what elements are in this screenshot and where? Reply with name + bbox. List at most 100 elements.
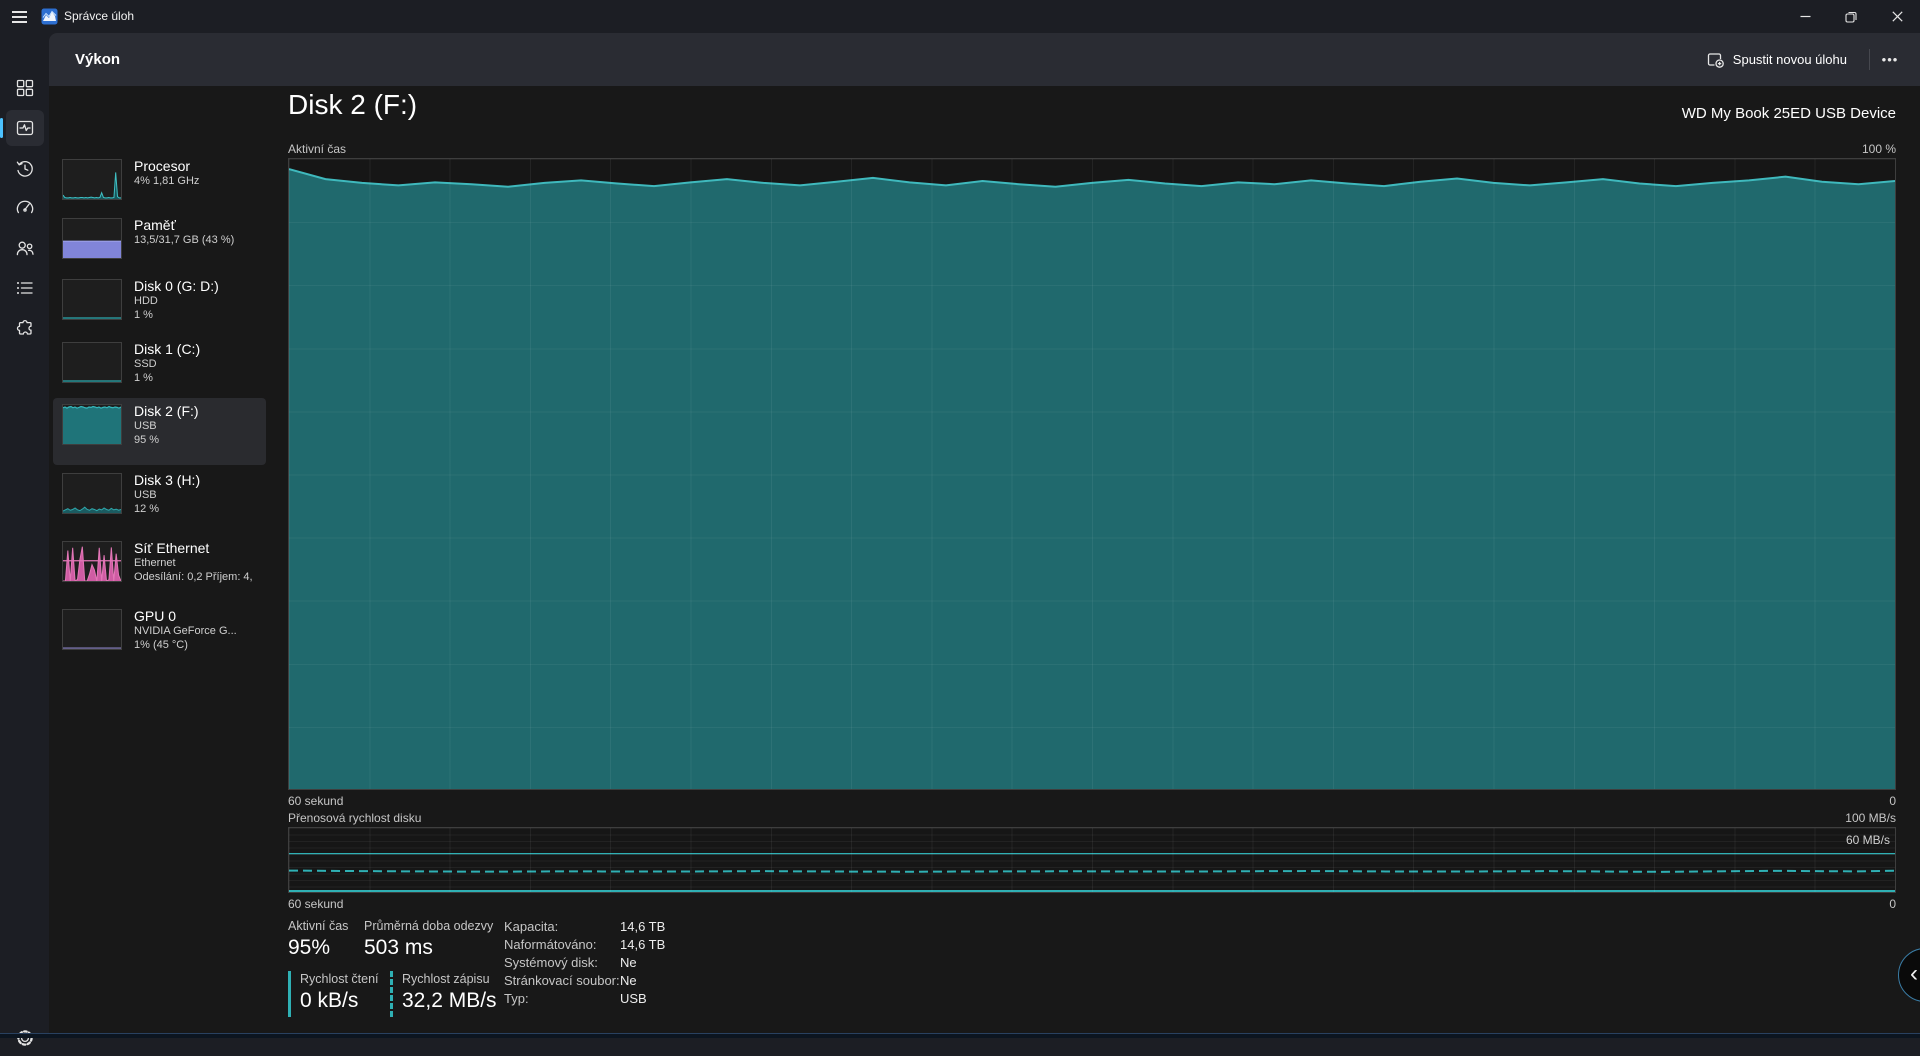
close-button[interactable] bbox=[1874, 0, 1920, 33]
transfer-rate-chart: 60 MB/s bbox=[288, 827, 1896, 893]
response-time-stat-label: Průměrná doba odezvy bbox=[364, 919, 493, 933]
item-sub: Odesílání: 0,2 Příjem: 4, bbox=[134, 571, 266, 585]
nav-startup-apps[interactable] bbox=[6, 190, 44, 226]
sidebar-item-gpu[interactable]: GPU 0 NVIDIA GeForce G... 1% (45 °C) bbox=[53, 607, 266, 669]
item-title: GPU 0 bbox=[134, 608, 266, 625]
performance-list: Procesor 4% 1,81 GHz Paměť 13,5/31,7 GB … bbox=[49, 86, 270, 1038]
item-title: Paměť bbox=[134, 217, 266, 234]
item-sub: SSD bbox=[134, 358, 266, 372]
run-new-task-button[interactable]: Spustit novou úlohu bbox=[1697, 44, 1857, 75]
chart2-xleft: 60 sekund bbox=[288, 897, 343, 911]
item-sub: 95 % bbox=[134, 434, 266, 448]
item-title: Disk 0 (G: D:) bbox=[134, 278, 266, 295]
nav-app-history[interactable] bbox=[6, 151, 44, 187]
performance-icon bbox=[15, 118, 35, 138]
disk2-mini-chart bbox=[62, 404, 122, 445]
response-time-stat-value: 503 ms bbox=[364, 936, 433, 960]
chart1-ymax: 100 % bbox=[1862, 142, 1896, 156]
minimize-button[interactable] bbox=[1782, 0, 1828, 33]
services-puzzle-icon bbox=[15, 318, 35, 338]
gpu-mini-chart bbox=[62, 609, 122, 650]
navigation-rail bbox=[0, 33, 49, 1038]
read-speed-value: 0 kB/s bbox=[300, 989, 396, 1013]
write-speed-stat: Rychlost zápisu 32,2 MB/s bbox=[390, 971, 498, 1017]
edge-collapse-button[interactable]: ‹ bbox=[1898, 948, 1920, 1002]
nav-selected-accent bbox=[0, 118, 3, 138]
settings-gear-icon bbox=[15, 1028, 35, 1048]
chart2-xright: 0 bbox=[1889, 897, 1896, 911]
sidebar-item-disk1[interactable]: Disk 1 (C:) SSD 1 % bbox=[53, 340, 266, 402]
restore-button[interactable] bbox=[1828, 0, 1874, 33]
detail-value: 14,6 TB bbox=[620, 919, 665, 934]
detail-value: Ne bbox=[620, 973, 637, 988]
processes-icon bbox=[15, 78, 35, 98]
chevron-left-icon: ‹ bbox=[1910, 960, 1918, 988]
disk1-mini-chart bbox=[62, 342, 122, 383]
item-sub: HDD bbox=[134, 295, 266, 309]
detail-label: Naformátováno: bbox=[504, 937, 597, 952]
sidebar-item-disk3[interactable]: Disk 3 (H:) USB 12 % bbox=[53, 471, 266, 533]
sidebar-item-memory[interactable]: Paměť 13,5/31,7 GB (43 %) bbox=[53, 216, 266, 276]
task-manager-window: { "titlebar": { "title": "Správce úloh" … bbox=[0, 0, 1920, 1038]
active-time-area bbox=[289, 159, 1895, 789]
read-speed-label: Rychlost čtení bbox=[300, 972, 396, 986]
detail-value: 14,6 TB bbox=[620, 937, 665, 952]
chart2-label: Přenosová rychlost disku bbox=[288, 811, 421, 825]
active-time-chart bbox=[288, 158, 1896, 790]
item-sub: NVIDIA GeForce G... bbox=[134, 625, 266, 639]
nav-services[interactable] bbox=[6, 310, 44, 346]
item-sub: USB bbox=[134, 420, 266, 434]
ethernet-mini-chart bbox=[62, 541, 122, 582]
item-sub: Ethernet bbox=[134, 557, 266, 571]
item-title: Procesor bbox=[134, 158, 266, 175]
content-area: Výkon Spustit novou úlohu ••• Procesor 4… bbox=[49, 33, 1920, 1038]
chart2-marker-label: 60 MB/s bbox=[1846, 833, 1890, 847]
hamburger-menu-icon[interactable] bbox=[10, 6, 36, 28]
taskbar-edge bbox=[0, 1033, 1920, 1038]
window-controls bbox=[1782, 0, 1920, 33]
detail-value: Ne bbox=[620, 955, 637, 970]
item-title: Síť Ethernet bbox=[134, 540, 266, 557]
chart1-xright: 0 bbox=[1889, 794, 1896, 808]
read-speed-stat: Rychlost čtení 0 kB/s bbox=[288, 971, 396, 1017]
transfer-rate-lines bbox=[289, 828, 1895, 892]
page-title: Výkon bbox=[75, 51, 120, 68]
sidebar-item-disk2-selected[interactable]: Disk 2 (F:) USB 95 % bbox=[53, 398, 266, 465]
detail-label: Kapacita: bbox=[504, 919, 558, 934]
sidebar-item-disk0[interactable]: Disk 0 (G: D:) HDD 1 % bbox=[53, 277, 266, 339]
item-sub: 1 % bbox=[134, 309, 266, 323]
device-name: WD My Book 25ED USB Device bbox=[1682, 105, 1896, 122]
item-title: Disk 2 (F:) bbox=[134, 403, 266, 420]
nav-users[interactable] bbox=[6, 230, 44, 266]
run-new-task-label: Spustit novou úlohu bbox=[1733, 52, 1847, 67]
users-icon bbox=[15, 238, 35, 258]
task-manager-app-icon bbox=[41, 8, 58, 25]
item-sub: 1% (45 °C) bbox=[134, 639, 266, 653]
page-header: Výkon Spustit novou úlohu ••• bbox=[49, 33, 1920, 86]
nav-details[interactable] bbox=[6, 270, 44, 306]
sidebar-item-cpu[interactable]: Procesor 4% 1,81 GHz bbox=[53, 157, 266, 217]
write-speed-label: Rychlost zápisu bbox=[402, 972, 498, 986]
item-title: Disk 3 (H:) bbox=[134, 472, 266, 489]
details-list-icon bbox=[15, 278, 35, 298]
nav-performance[interactable] bbox=[6, 110, 44, 146]
chart1-xleft: 60 sekund bbox=[288, 794, 343, 808]
history-clock-icon bbox=[15, 159, 35, 179]
detail-label: Typ: bbox=[504, 991, 529, 1006]
gauge-icon bbox=[15, 198, 35, 218]
new-task-icon bbox=[1707, 51, 1724, 68]
detail-value: USB bbox=[620, 991, 647, 1006]
nav-settings[interactable] bbox=[6, 1020, 44, 1056]
nav-processes[interactable] bbox=[6, 70, 44, 106]
disk-title: Disk 2 (F:) bbox=[288, 89, 417, 121]
disk0-mini-chart bbox=[62, 279, 122, 320]
sidebar-item-ethernet[interactable]: Síť Ethernet Ethernet Odesílání: 0,2 Pří… bbox=[53, 539, 266, 601]
item-sub: 12 % bbox=[134, 503, 266, 517]
more-options-button[interactable]: ••• bbox=[1874, 44, 1906, 75]
chart2-ymax: 100 MB/s bbox=[1845, 811, 1896, 825]
memory-mini-chart bbox=[62, 218, 122, 259]
write-speed-value: 32,2 MB/s bbox=[402, 989, 498, 1013]
item-sub: 4% 1,81 GHz bbox=[134, 175, 266, 189]
cpu-mini-chart bbox=[62, 159, 122, 200]
window-title: Správce úloh bbox=[64, 9, 134, 23]
